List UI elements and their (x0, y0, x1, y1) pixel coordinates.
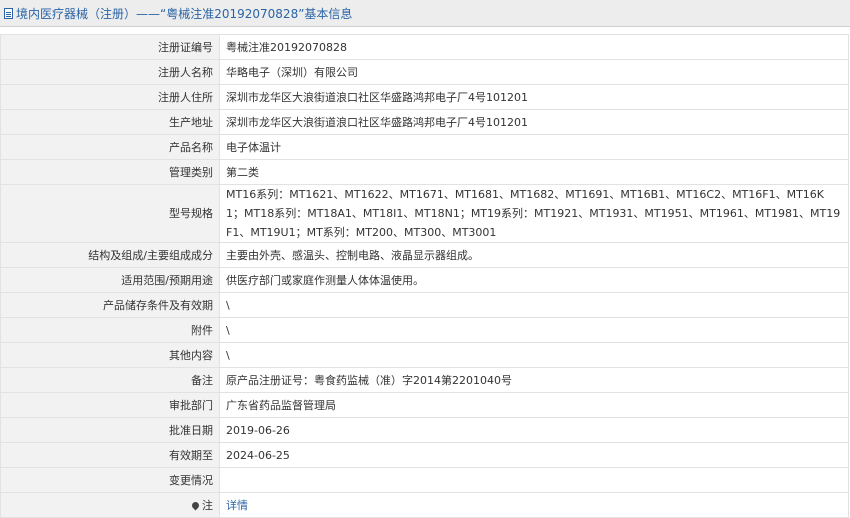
table-row: 结构及组成/主要组成成分 主要由外壳、感温头、控制电路、液晶显示器组成。 (0, 242, 849, 268)
row-label: 产品储存条件及有效期 (0, 292, 220, 318)
row-value: 华略电子（深圳）有限公司 (219, 59, 849, 85)
table-row: 适用范围/预期用途 供医疗部门或家庭作测量人体体温使用。 (0, 267, 849, 293)
row-value: 粤械注准20192070828 (219, 34, 849, 60)
table-row: 备注 原产品注册证号：粤食药监械（准）字2014第2201040号 (0, 367, 849, 393)
info-table: 注册证编号 粤械注准20192070828 注册人名称 华略电子（深圳）有限公司 注… (0, 34, 849, 518)
table-row: 附件 \ (0, 317, 849, 343)
row-value: 深圳市龙华区大浪街道浪口社区华盛路鸿邦电子厂4号101201 (219, 109, 849, 135)
row-value: MT16系列：MT1621、MT1622、MT1671、MT1681、MT168… (219, 184, 849, 243)
row-label: 有效期至 (0, 442, 220, 468)
row-label: 适用范围/预期用途 (0, 267, 220, 293)
page-header: 境内医疗器械（注册）——“粤械注准20192070828”基本信息 (0, 0, 850, 27)
note-label: 注 (202, 498, 213, 512)
row-value: 原产品注册证号：粤食药监械（准）字2014第2201040号 (219, 367, 849, 393)
note-row: 注 详情 (0, 492, 849, 518)
table-row: 其他内容 \ (0, 342, 849, 368)
row-value: \ (219, 292, 849, 318)
page-title: 境内医疗器械（注册）——“粤械注准20192070828”基本信息 (16, 6, 353, 21)
table-row: 管理类别 第二类 (0, 159, 849, 185)
note-value-cell: 详情 (219, 492, 849, 518)
row-value: 主要由外壳、感温头、控制电路、液晶显示器组成。 (219, 242, 849, 268)
table-row: 生产地址 深圳市龙华区大浪街道浪口社区华盛路鸿邦电子厂4号101201 (0, 109, 849, 135)
row-label: 批准日期 (0, 417, 220, 443)
row-value: \ (219, 317, 849, 343)
row-label: 型号规格 (0, 184, 220, 243)
location-pin-icon (190, 500, 201, 511)
table-row: 批准日期 2019-06-26 (0, 417, 849, 443)
table-row: 变更情况 (0, 467, 849, 493)
row-value: 深圳市龙华区大浪街道浪口社区华盛路鸿邦电子厂4号101201 (219, 84, 849, 110)
row-label: 生产地址 (0, 109, 220, 135)
row-value (219, 467, 849, 493)
table-row: 产品名称 电子体温计 (0, 134, 849, 160)
document-icon (4, 7, 13, 19)
row-label: 注册证编号 (0, 34, 220, 60)
row-label: 变更情况 (0, 467, 220, 493)
table-row: 审批部门 广东省药品监督管理局 (0, 392, 849, 418)
row-label: 注册人名称 (0, 59, 220, 85)
row-label: 其他内容 (0, 342, 220, 368)
row-value: 供医疗部门或家庭作测量人体体温使用。 (219, 267, 849, 293)
row-value: 广东省药品监督管理局 (219, 392, 849, 418)
table-row: 有效期至 2024-06-25 (0, 442, 849, 468)
table-row: 注册人住所 深圳市龙华区大浪街道浪口社区华盛路鸿邦电子厂4号101201 (0, 84, 849, 110)
row-value: 2019-06-26 (219, 417, 849, 443)
row-label: 注册人住所 (0, 84, 220, 110)
details-link[interactable]: 详情 (226, 499, 248, 512)
table-row: 型号规格 MT16系列：MT1621、MT1622、MT1671、MT1681、M… (0, 184, 849, 243)
row-label: 附件 (0, 317, 220, 343)
row-label: 管理类别 (0, 159, 220, 185)
row-value: \ (219, 342, 849, 368)
note-label-cell: 注 (0, 492, 220, 518)
table-row: 产品储存条件及有效期 \ (0, 292, 849, 318)
row-label: 备注 (0, 367, 220, 393)
row-label: 产品名称 (0, 134, 220, 160)
row-value: 2024-06-25 (219, 442, 849, 468)
row-label: 审批部门 (0, 392, 220, 418)
row-value: 第二类 (219, 159, 849, 185)
table-row: 注册证编号 粤械注准20192070828 (0, 34, 849, 60)
table-row: 注册人名称 华略电子（深圳）有限公司 (0, 59, 849, 85)
row-label: 结构及组成/主要组成成分 (0, 242, 220, 268)
row-value: 电子体温计 (219, 134, 849, 160)
